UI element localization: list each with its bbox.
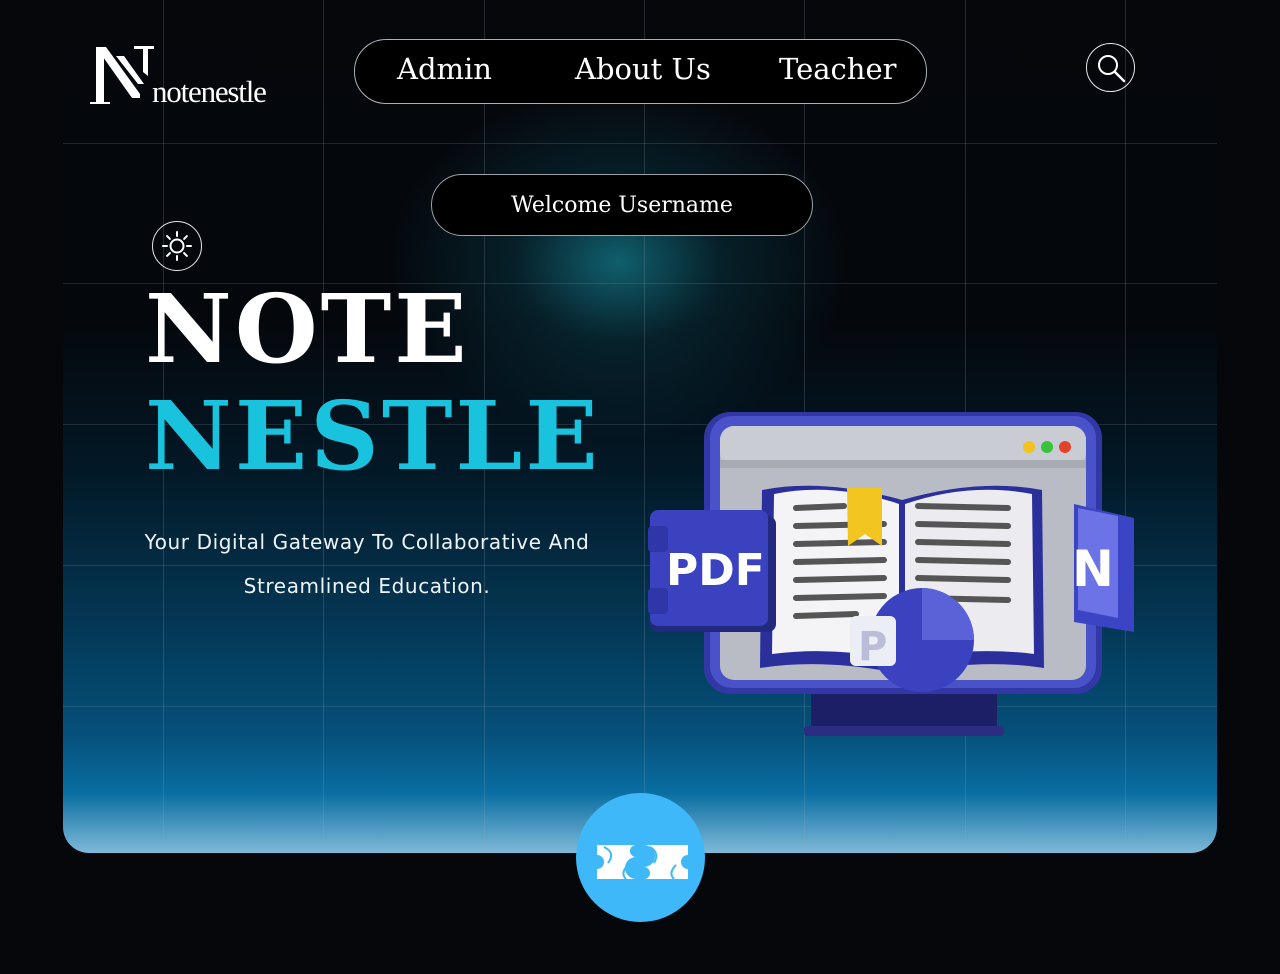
hero-subtitle-line-2: Streamlined Education. bbox=[243, 574, 491, 598]
grid-line bbox=[63, 143, 1217, 144]
ticket-icon bbox=[597, 845, 688, 880]
note-app-icon: N bbox=[1072, 504, 1134, 632]
floating-action-button[interactable] bbox=[576, 793, 705, 922]
search-icon bbox=[1098, 55, 1126, 83]
hero-title-note: NOTE bbox=[145, 274, 470, 385]
brand-logo[interactable]: notenestle bbox=[88, 42, 288, 109]
window-dot-red bbox=[1059, 441, 1071, 453]
hero-subtitle: Your Digital Gateway To Collaborative An… bbox=[130, 520, 604, 608]
theme-toggle-button[interactable] bbox=[152, 221, 202, 271]
welcome-pill: Welcome Username bbox=[431, 174, 813, 236]
window-dot-green bbox=[1041, 441, 1053, 453]
window-dot-yellow bbox=[1023, 441, 1035, 453]
sun-icon bbox=[162, 231, 192, 261]
slides-badge-label: P bbox=[858, 624, 887, 670]
nav-item-admin[interactable]: Admin bbox=[397, 52, 492, 86]
hero-title-nestle: NESTLE bbox=[145, 381, 601, 492]
nav-item-teacher[interactable]: Teacher bbox=[779, 52, 897, 86]
pdf-file-icon: PDF bbox=[648, 510, 776, 632]
logo-mark-icon bbox=[90, 46, 154, 104]
main-nav: Admin About Us Teacher bbox=[354, 39, 927, 104]
nav-item-about-us[interactable]: About Us bbox=[575, 52, 711, 86]
note-badge-label: N bbox=[1072, 540, 1114, 598]
search-button[interactable] bbox=[1086, 43, 1135, 92]
brand-name: notenestle bbox=[152, 74, 267, 109]
hero-subtitle-line-1: Your Digital Gateway To Collaborative An… bbox=[144, 530, 590, 554]
monitor-book-illustration: PDF N P bbox=[648, 412, 1134, 736]
pdf-label: PDF bbox=[666, 545, 765, 596]
